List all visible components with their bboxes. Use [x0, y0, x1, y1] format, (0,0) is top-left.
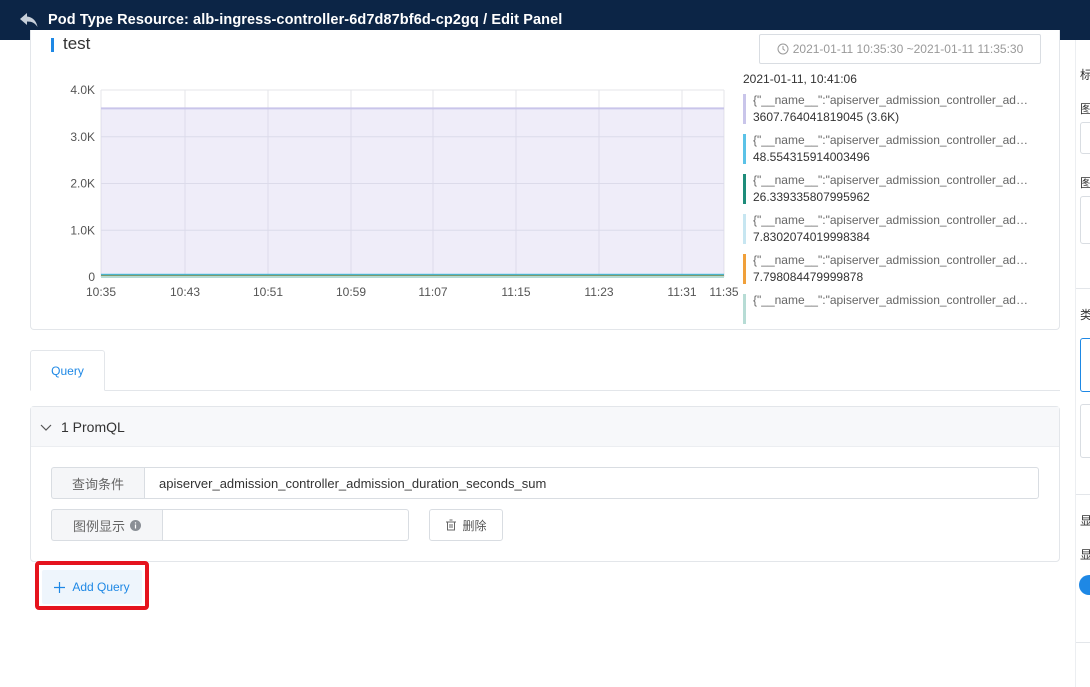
page-title: Pod Type Resource: alb-ingress-controlle… — [48, 12, 563, 28]
chevron-down-icon — [39, 420, 53, 434]
legend-color-swatch — [743, 294, 746, 324]
promql-input[interactable]: apiserver_admission_controller_admission… — [144, 467, 1039, 499]
query-header-label: 1 PromQL — [61, 418, 125, 435]
plus-icon — [54, 581, 66, 593]
sidebar-type-option[interactable] — [1080, 404, 1090, 458]
x-tick-label: 10:51 — [253, 285, 283, 299]
sidebar-toggle-switch[interactable] — [1079, 575, 1090, 595]
y-tick-label: 1.0K — [70, 223, 95, 237]
x-tick-label: 11:35 — [709, 285, 738, 299]
delete-label: 删除 — [462, 518, 487, 533]
legend-color-swatch — [743, 134, 746, 164]
sidebar-label-6: 显 — [1080, 548, 1090, 562]
legend-item[interactable]: {"__name__":"apiserver_admission_control… — [743, 292, 1043, 332]
y-tick-label: 2.0K — [70, 177, 95, 191]
legend-series-name: {"__name__":"apiserver_admission_control… — [753, 293, 1035, 307]
sidebar-label-3: 图 — [1080, 176, 1090, 190]
legend-item[interactable]: {"__name__":"apiserver_admission_control… — [743, 132, 1043, 172]
legend-series-name: {"__name__":"apiserver_admission_control… — [753, 173, 1035, 187]
legend-format-label-text: 图例显示 — [72, 518, 125, 534]
sidebar-separator-2 — [1076, 494, 1090, 495]
x-tick-label: 11:31 — [667, 285, 696, 299]
x-tick-label: 10:59 — [336, 285, 366, 299]
legend-series-name: {"__name__":"apiserver_admission_control… — [753, 133, 1035, 147]
trash-icon — [445, 519, 457, 531]
y-tick-label: 0 — [88, 270, 95, 284]
sidebar-label-4: 类 — [1080, 308, 1090, 322]
legend-item[interactable]: {"__name__":"apiserver_admission_control… — [743, 92, 1043, 132]
legend-color-swatch — [743, 254, 746, 284]
add-query-button[interactable]: Add Query — [42, 570, 142, 604]
sidebar-divider — [1075, 40, 1076, 687]
sidebar-label-1: 标 — [1080, 68, 1090, 82]
legend-series-value: 3607.764041819045 (3.6K) — [753, 110, 900, 124]
info-icon[interactable] — [130, 519, 141, 531]
sidebar-input-1[interactable] — [1080, 122, 1090, 154]
sidebar-textarea[interactable] — [1080, 196, 1090, 244]
y-tick-label: 4.0K — [70, 83, 95, 97]
sidebar-type-option-selected[interactable] — [1080, 338, 1090, 392]
sidebar-separator-1 — [1076, 288, 1090, 289]
legend-series-name: {"__name__":"apiserver_admission_control… — [753, 253, 1035, 267]
legend-format-label: 图例显示 — [51, 509, 162, 541]
clock-icon — [777, 43, 789, 55]
query-condition-label: 查询条件 — [51, 467, 144, 499]
legend-format-row: 图例显示 — [51, 509, 409, 541]
time-range-text: 2021-01-11 10:35:30 ~2021-01-11 11:35:30 — [792, 42, 1024, 56]
series-area — [101, 108, 724, 277]
query-tabs: Query — [30, 350, 1060, 391]
add-query-label: Add Query — [72, 580, 130, 594]
promql-query-section: 1 PromQL 查询条件 apiserver_admission_contro… — [30, 406, 1060, 562]
x-tick-label: 11:07 — [418, 285, 447, 299]
legend-item[interactable]: {"__name__":"apiserver_admission_control… — [743, 252, 1043, 292]
legend-series-value: 26.339335807995962 — [753, 190, 870, 204]
legend-item[interactable]: {"__name__":"apiserver_admission_control… — [743, 212, 1043, 252]
time-range-picker[interactable]: 2021-01-11 10:35:30 ~2021-01-11 11:35:30 — [759, 34, 1041, 64]
legend-color-swatch — [743, 174, 746, 204]
legend-series-value: 7.8302074019998384 — [753, 230, 870, 244]
legend-format-input[interactable] — [162, 509, 409, 541]
legend-color-swatch — [743, 214, 746, 244]
x-tick-label: 11:15 — [501, 285, 530, 299]
tab-query[interactable]: Query — [30, 350, 105, 391]
legend-series-name: {"__name__":"apiserver_admission_control… — [753, 213, 1035, 227]
sidebar-label-2: 图 — [1080, 102, 1090, 116]
sidebar-label-5: 显 — [1080, 514, 1090, 528]
delete-query-button[interactable]: 删除 — [429, 509, 503, 541]
legend-series-value: 7.798084479999878 — [753, 270, 864, 284]
y-tick-label: 3.0K — [70, 130, 95, 144]
x-tick-label: 11:23 — [584, 285, 613, 299]
x-tick-label: 10:43 — [170, 285, 200, 299]
sidebar-separator-3 — [1076, 642, 1090, 643]
query-collapse-header[interactable]: 1 PromQL — [31, 407, 1059, 447]
legend-item[interactable]: {"__name__":"apiserver_admission_control… — [743, 172, 1043, 212]
legend-color-swatch — [743, 94, 746, 124]
legend-timestamp: 2021-01-11, 10:41:06 — [743, 72, 857, 86]
x-tick-label: 10:35 — [86, 285, 116, 299]
legend-series-name: {"__name__":"apiserver_admission_control… — [753, 93, 1035, 107]
chart-legend: 2021-01-11, 10:41:06 {"__name__":"apiser… — [743, 72, 1043, 332]
legend-series-value: 48.554315914003496 — [753, 150, 870, 164]
query-condition-row: 查询条件 apiserver_admission_controller_admi… — [51, 467, 1039, 499]
panel-preview-card: test 2021-01-11 10:35:30 ~2021-01-11 11:… — [30, 30, 1060, 330]
timeseries-chart: 0 1.0K 2.0K 3.0K 4.0K 10:35 10:43 10:51 10:59 11:… — [70, 83, 739, 299]
